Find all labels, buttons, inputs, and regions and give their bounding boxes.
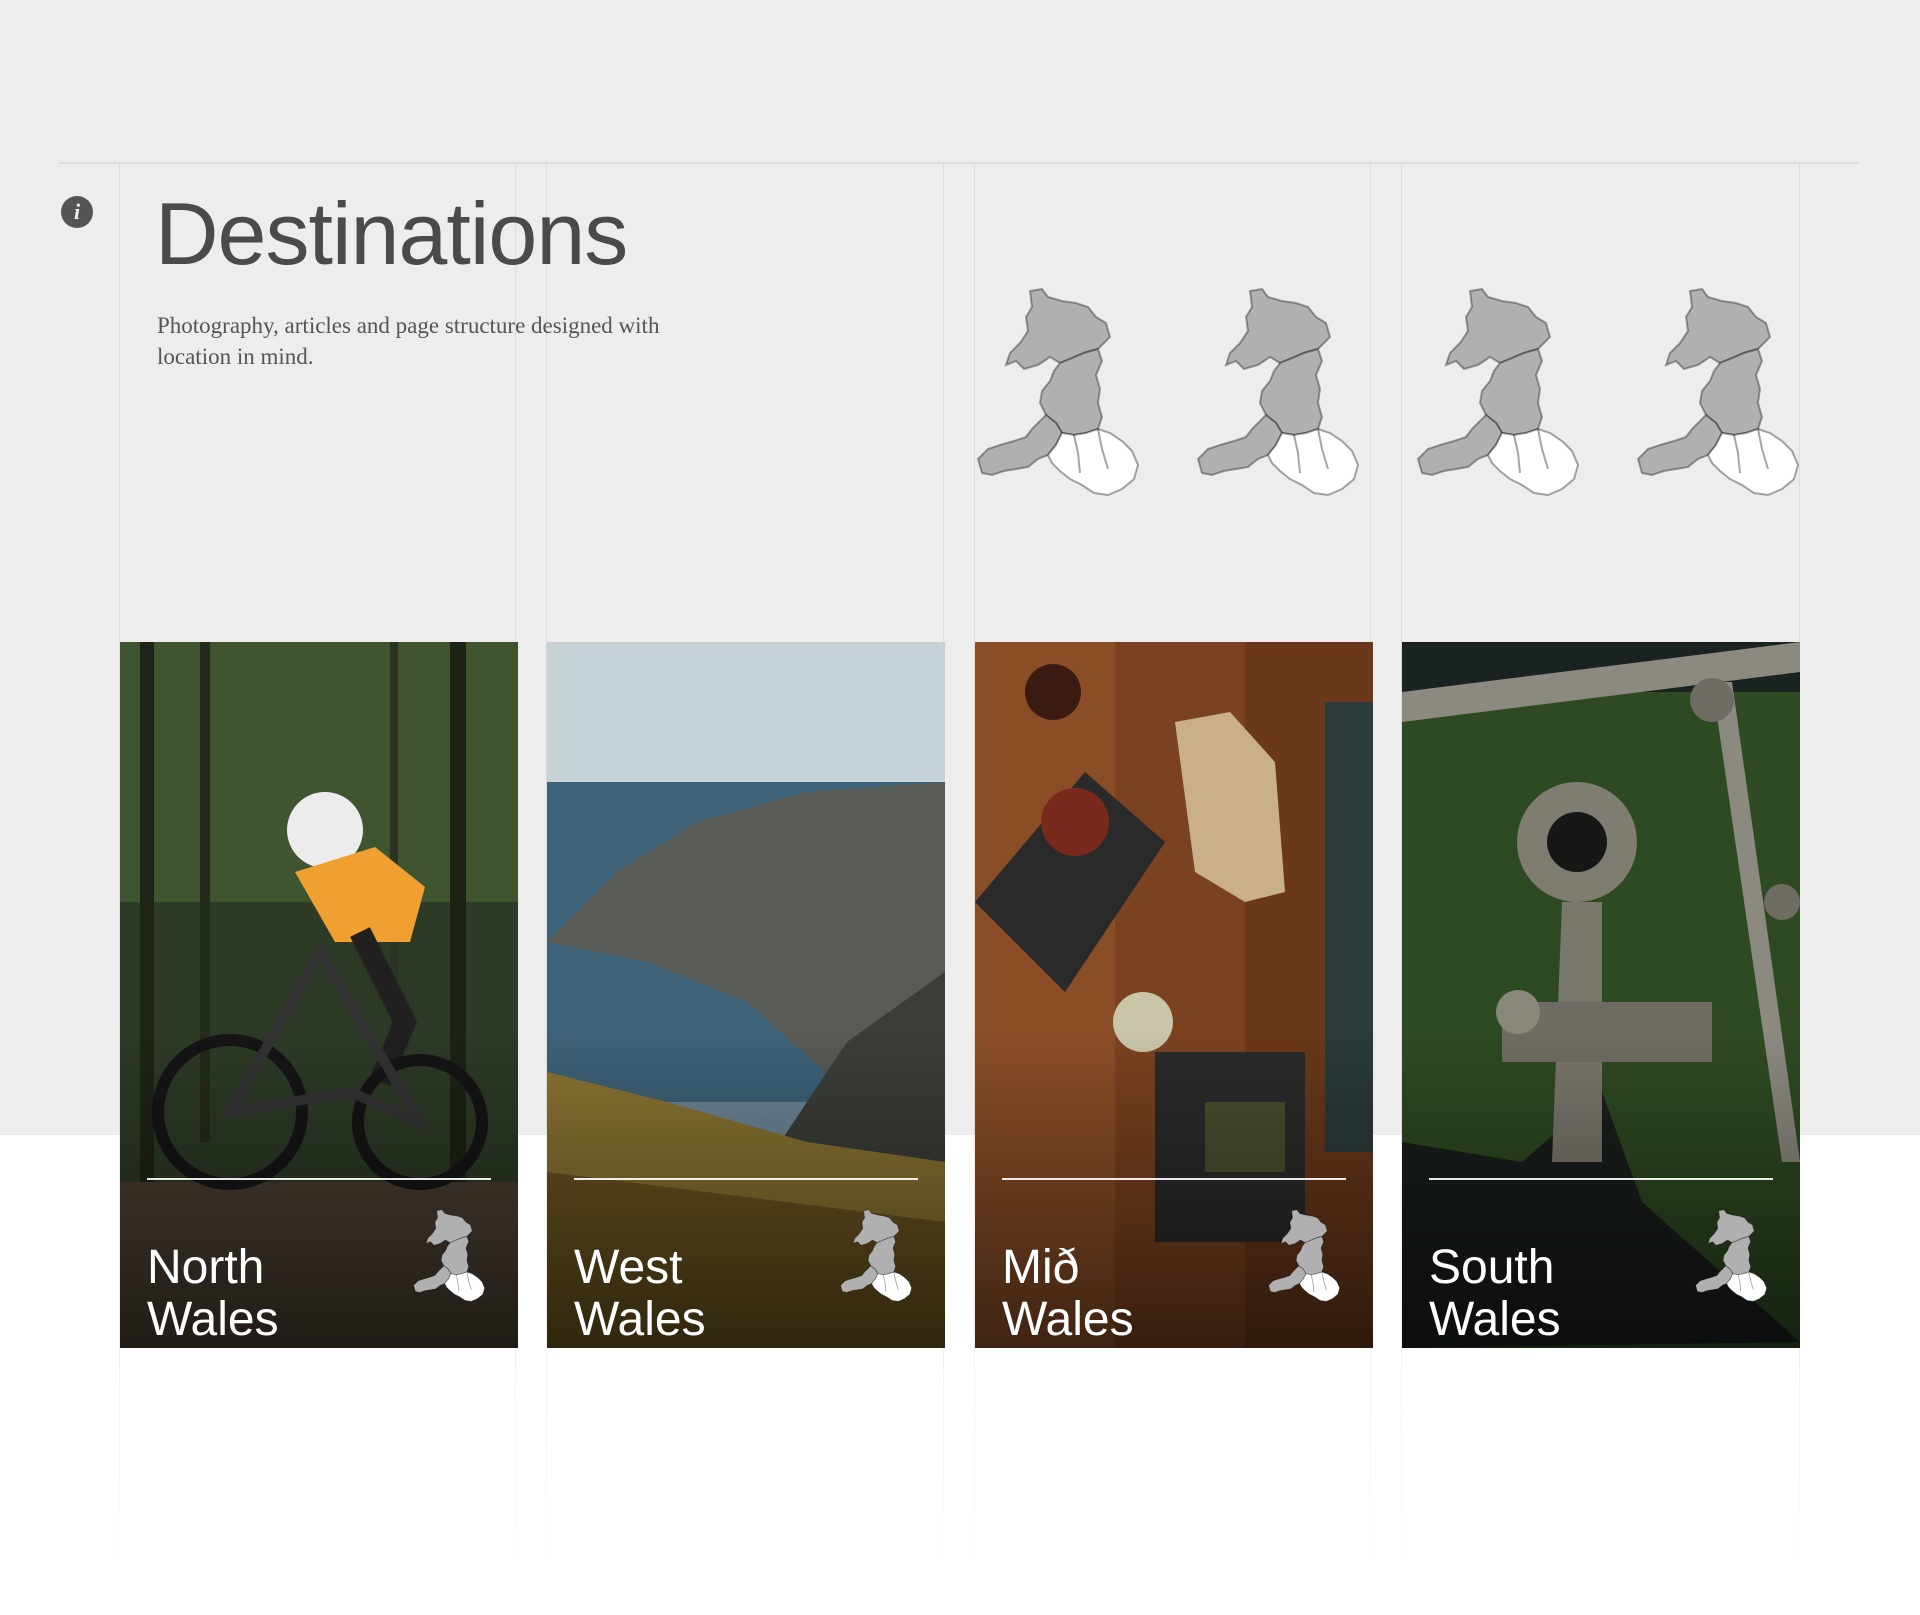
page-subtitle: Photography, articles and page structure… <box>157 313 660 369</box>
card-title-line2: Wales <box>147 1292 279 1346</box>
info-icon[interactable]: i <box>61 196 93 228</box>
wales-map-icon-west: .r-north{fill:#b0b0b0;stroke:rgba(0,0,0,… <box>837 1202 917 1310</box>
wales-map-icon-mid: .r-north{fill:#b0b0b0;stroke:rgba(0,0,0,… <box>1265 1202 1345 1310</box>
card-title-line2: Wales <box>574 1292 706 1346</box>
wales-map-icon-south: .r-north{fill:#b0b0b0;stroke:rgba(0,0,0,… <box>1692 1202 1772 1310</box>
destination-card-west-wales[interactable]: West Wales .r-north{fill:#b0b0b0;stroke:… <box>547 642 945 1348</box>
card-title: South Wales <box>1429 1240 1561 1346</box>
top-divider <box>59 162 1859 164</box>
card-divider <box>574 1178 918 1180</box>
page-title: Destinations <box>155 184 628 283</box>
wales-map-icon-north: .r-north{fill:#ffffff;stroke:rgba(0,0,0,… <box>410 1202 490 1310</box>
destination-card-south-wales[interactable]: South Wales .r-north{fill:#b0b0b0;stroke… <box>1402 642 1800 1348</box>
card-title: Mið Wales <box>1002 1240 1134 1346</box>
wales-map-mid-highlight: .r-north{fill:#b4b4b6;stroke:#ededed;str… <box>1410 283 1590 503</box>
card-title-line1: Mið <box>1002 1240 1080 1294</box>
card-divider <box>1429 1178 1773 1180</box>
card-divider <box>147 1178 491 1180</box>
destination-card-north-wales[interactable]: North Wales .r-north{fill:#ffffff;stroke… <box>120 642 518 1348</box>
card-title-line1: South <box>1429 1240 1555 1294</box>
card-title: West Wales <box>574 1240 706 1346</box>
card-title-line1: North <box>147 1240 265 1294</box>
destination-card-mid-wales[interactable]: Mið Wales .r-north{fill:#b0b0b0;stroke:r… <box>975 642 1373 1348</box>
card-title-line2: Wales <box>1002 1292 1134 1346</box>
card-title-line2: Wales <box>1429 1292 1561 1346</box>
card-title: North Wales <box>147 1240 279 1346</box>
card-divider <box>1002 1178 1346 1180</box>
card-title-line1: West <box>574 1240 683 1294</box>
wales-map-west-highlight: .r-north{fill:#b4b4b6;stroke:#ededed;str… <box>1190 283 1370 503</box>
wales-map-north-highlight: .r-north{fill:#4a4a4c;stroke:#ededed;str… <box>970 283 1150 503</box>
wales-map-south-highlight: .r-north{fill:#b4b4b6;stroke:#ededed;str… <box>1630 283 1810 503</box>
